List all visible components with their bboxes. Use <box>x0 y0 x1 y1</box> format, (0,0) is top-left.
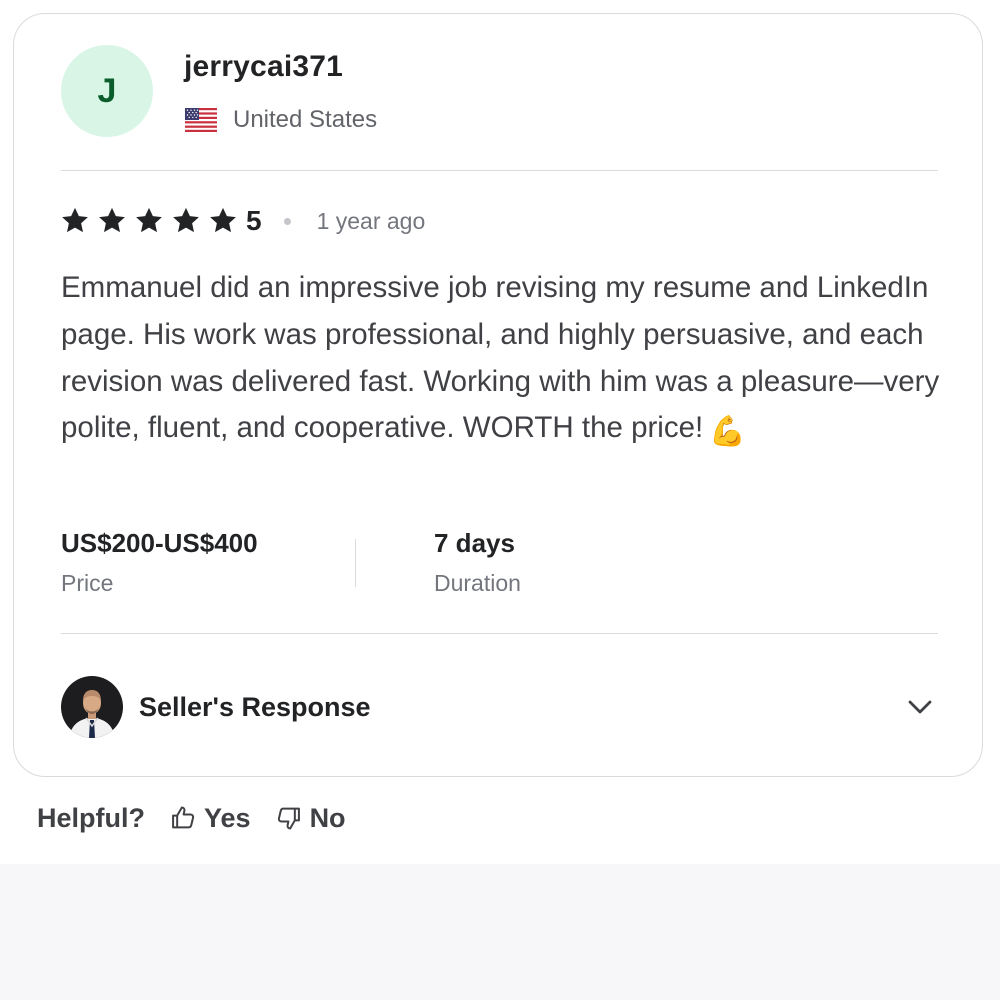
reviewer-initial: J <box>97 71 117 110</box>
seller-response-label: Seller's Response <box>139 691 371 722</box>
review-body: Emmanuel did an impressive job revising … <box>61 271 940 445</box>
page-footer-area <box>0 864 1000 1000</box>
us-flag-icon <box>185 108 217 132</box>
thumbs-down-icon <box>277 807 300 830</box>
reviewer-country: United States <box>185 105 377 135</box>
flexed-biceps-emoji: 💪 <box>709 415 746 449</box>
review-time: 1 year ago <box>316 207 426 234</box>
star-icon <box>173 207 199 233</box>
helpful-label: Helpful? <box>37 802 145 833</box>
reviewer-avatar[interactable]: J <box>61 45 153 137</box>
duration-label: Duration <box>434 570 521 596</box>
star-icon <box>136 207 162 233</box>
rating-value: 5 <box>246 205 262 236</box>
star-rating <box>60 206 245 236</box>
reviewer-username[interactable]: jerrycai371 <box>184 50 343 84</box>
price-label: Price <box>61 570 114 596</box>
duration-value: 7 days <box>434 528 515 558</box>
stats-separator <box>355 539 356 587</box>
star-icon <box>210 207 236 233</box>
seller-avatar <box>61 676 123 738</box>
star-icon <box>62 207 88 233</box>
helpful-no-button[interactable]: No <box>275 803 346 834</box>
seller-response-toggle[interactable]: Seller's Response <box>61 674 939 740</box>
chevron-down-icon[interactable] <box>905 692 935 722</box>
review-card: J jerrycai371 United States 5 1 year ago <box>13 13 983 777</box>
rating-row: 5 1 year ago <box>60 203 425 239</box>
country-name: United States <box>233 106 378 133</box>
separator-dot <box>283 217 291 225</box>
review-text: Emmanuel did an impressive job revising … <box>61 265 951 456</box>
stats-divider <box>61 633 938 634</box>
header-divider <box>61 170 938 171</box>
star-icon <box>99 207 125 233</box>
helpful-row: Helpful? Yes No <box>37 800 346 836</box>
thumbs-up-icon <box>172 806 195 829</box>
helpful-no-label: No <box>309 802 346 833</box>
helpful-yes-label: Yes <box>204 802 251 833</box>
price-value: US$200-US$400 <box>61 528 258 558</box>
helpful-yes-button[interactable]: Yes <box>169 803 251 834</box>
